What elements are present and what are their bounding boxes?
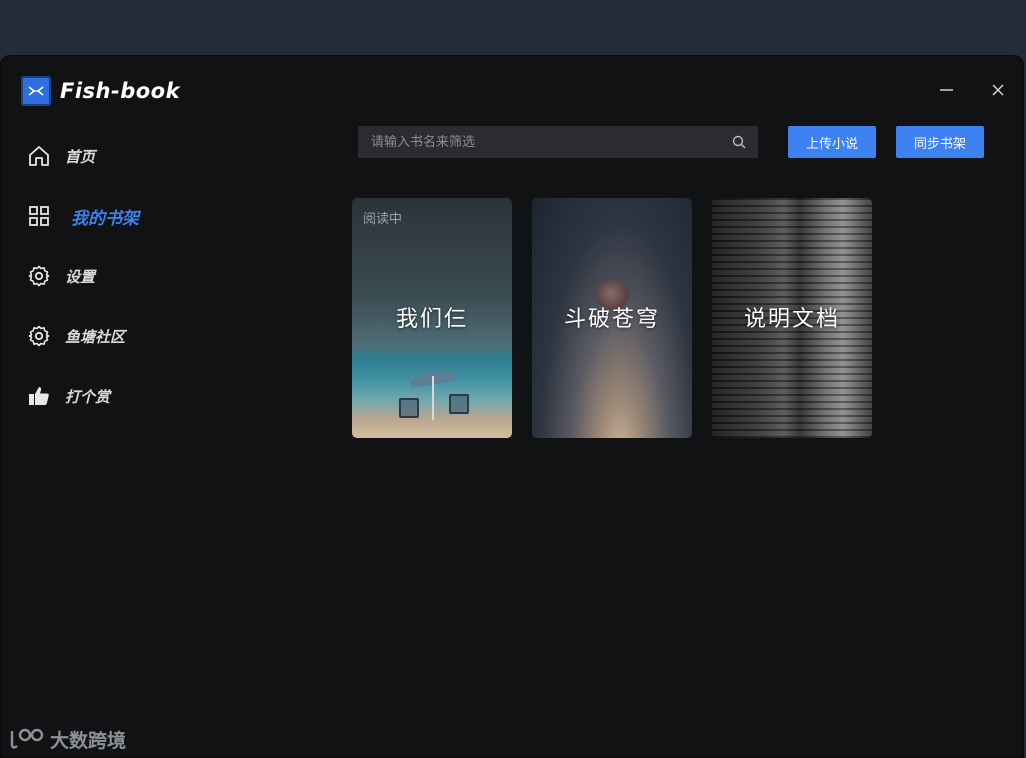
- app-title: Fish-book: [60, 79, 181, 103]
- watermark-text: 大数跨境: [50, 729, 127, 752]
- home-icon: [27, 144, 51, 168]
- search-input[interactable]: [358, 126, 718, 158]
- book-title: 斗破苍穹: [563, 307, 660, 332]
- minimize-button[interactable]: [935, 78, 959, 102]
- app-window: Fish-book 首页 我的书架 设置 鱼塘社区 打个赏 请输入书名来筛选 上…: [0, 55, 1024, 758]
- book-title: 说明文档: [743, 307, 840, 332]
- reading-status-badge: 阅读中: [363, 212, 403, 227]
- book-card[interactable]: 斗破苍穹: [532, 198, 692, 438]
- cover-umbrella-pole: [432, 376, 434, 420]
- app-logo-icon: [21, 76, 51, 106]
- sidebar-item-label: 首页: [65, 147, 96, 166]
- sidebar-item-bookshelf[interactable]: 我的书架: [27, 201, 139, 231]
- gear-icon: [27, 324, 51, 348]
- book-title: 我们仨: [395, 307, 468, 332]
- upload-novel-button[interactable]: 上传小说: [788, 126, 876, 158]
- sidebar-item-community[interactable]: 鱼塘社区: [27, 321, 125, 351]
- minimize-icon: [940, 89, 953, 91]
- cover-chair: [449, 394, 469, 414]
- sidebar-item-label: 鱼塘社区: [65, 327, 126, 346]
- sidebar-item-settings[interactable]: 设置: [27, 261, 95, 291]
- watermark: 大数跨境: [8, 725, 126, 753]
- gear-icon: [27, 264, 51, 288]
- thumbs-up-icon: [27, 384, 51, 408]
- close-icon: [992, 84, 1004, 96]
- search-icon[interactable]: [732, 135, 746, 149]
- close-button[interactable]: [986, 78, 1010, 102]
- book-card[interactable]: 说明文档: [712, 198, 872, 438]
- sidebar-item-reward[interactable]: 打个赏: [27, 381, 110, 411]
- search-box: [358, 126, 758, 158]
- book-card[interactable]: 阅读中 我们仨: [352, 198, 512, 438]
- sidebar-item-home[interactable]: 首页: [27, 141, 95, 171]
- cover-chair: [399, 398, 419, 418]
- sidebar-item-label: 打个赏: [65, 387, 111, 406]
- sidebar-item-label: 设置: [65, 267, 96, 286]
- watermark-logo-icon: [10, 728, 44, 749]
- grid-icon: [27, 204, 51, 228]
- sidebar-item-label: 我的书架: [71, 208, 139, 229]
- sync-bookshelf-button[interactable]: 同步书架: [896, 126, 984, 158]
